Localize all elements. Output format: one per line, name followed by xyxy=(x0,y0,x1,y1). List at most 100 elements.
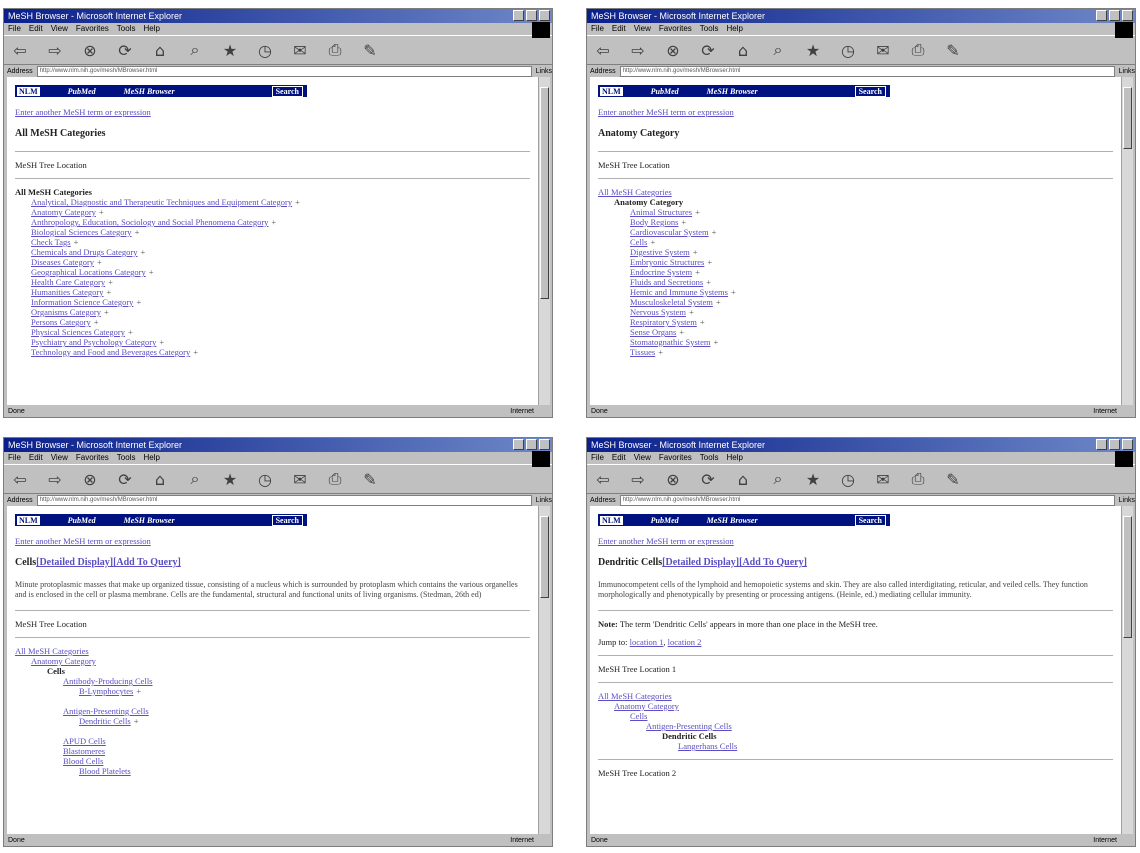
category-link[interactable]: Tissues xyxy=(630,347,655,357)
favorites-icon[interactable]: ★ xyxy=(220,470,240,489)
close-button[interactable] xyxy=(539,10,550,21)
category-link[interactable]: Humanities Category xyxy=(31,287,103,297)
add-to-query-link[interactable]: [Add To Query] xyxy=(113,557,181,568)
menu-favorites[interactable]: Favorites xyxy=(659,452,692,464)
stop-icon[interactable]: ⊗ xyxy=(663,41,683,60)
forward-icon[interactable]: ⇨ xyxy=(628,470,648,489)
forward-icon[interactable]: ⇨ xyxy=(628,41,648,60)
category-link[interactable]: Technology and Food and Beverages Catego… xyxy=(31,347,190,357)
address-input[interactable]: http://www.nlm.nih.gov/mesh/MBrowser.htm… xyxy=(36,65,532,77)
close-button[interactable] xyxy=(1122,10,1133,21)
history-icon[interactable]: ◷ xyxy=(255,470,275,489)
category-link[interactable]: Anthropology, Education, Sociology and S… xyxy=(31,217,268,227)
category-link[interactable]: Cardiovascular System xyxy=(630,227,709,237)
home-icon[interactable]: ⌂ xyxy=(733,470,753,489)
pubmed-link[interactable]: PubMed xyxy=(651,516,679,525)
category-link[interactable]: Diseases Category xyxy=(31,257,94,267)
search-icon[interactable]: ⌕ xyxy=(185,40,205,60)
category-link[interactable]: Musculoskeletal System xyxy=(630,297,713,307)
category-link[interactable]: Biological Sciences Category xyxy=(31,227,132,237)
maximize-button[interactable] xyxy=(526,10,537,21)
category-link[interactable]: Health Care Category xyxy=(31,277,105,287)
favorites-icon[interactable]: ★ xyxy=(803,41,823,60)
tree-anatomy-link[interactable]: Anatomy Category xyxy=(598,701,1113,711)
nlm-logo[interactable]: NLM xyxy=(17,515,40,525)
menu-tools[interactable]: Tools xyxy=(117,23,136,35)
tree-root-link[interactable]: All MeSH Categories xyxy=(15,646,530,656)
history-icon[interactable]: ◷ xyxy=(838,41,858,60)
menu-favorites[interactable]: Favorites xyxy=(76,23,109,35)
apud-cells-link[interactable]: APUD Cells xyxy=(63,736,530,746)
enter-another-term-link[interactable]: Enter another MeSH term or expression xyxy=(598,107,1113,117)
menu-help[interactable]: Help xyxy=(143,452,159,464)
back-icon[interactable]: ⇦ xyxy=(10,41,30,60)
search-icon[interactable]: ⌕ xyxy=(768,469,788,489)
forward-icon[interactable]: ⇨ xyxy=(45,41,65,60)
blastomeres-link[interactable]: Blastomeres xyxy=(63,746,530,756)
blood-cells-link[interactable]: Blood Cells xyxy=(63,756,530,766)
maximize-button[interactable] xyxy=(1109,10,1120,21)
category-link[interactable]: Psychiatry and Psychology Category xyxy=(31,337,156,347)
favorites-icon[interactable]: ★ xyxy=(803,470,823,489)
blood-platelets-link[interactable]: Blood Platelets xyxy=(63,766,530,776)
langerhans-cells-link[interactable]: Langerhans Cells xyxy=(598,741,1113,751)
pubmed-link[interactable]: PubMed xyxy=(68,87,96,96)
menu-view[interactable]: View xyxy=(51,452,68,464)
scrollbar[interactable] xyxy=(538,77,550,405)
home-icon[interactable]: ⌂ xyxy=(150,41,170,60)
scrollbar-thumb[interactable] xyxy=(540,516,549,598)
menu-tools[interactable]: Tools xyxy=(700,23,719,35)
menu-view[interactable]: View xyxy=(51,23,68,35)
mail-icon[interactable]: ✉ xyxy=(290,470,310,489)
menu-file[interactable]: File xyxy=(8,23,21,35)
add-to-query-link[interactable]: [Add To Query] xyxy=(739,557,807,568)
category-link[interactable]: Animal Structures xyxy=(630,207,692,217)
menu-edit[interactable]: Edit xyxy=(612,452,626,464)
scrollbar[interactable] xyxy=(538,506,550,834)
category-link[interactable]: Persons Category xyxy=(31,317,91,327)
address-input[interactable]: http://www.nlm.nih.gov/mesh/MBrowser.htm… xyxy=(619,494,1115,506)
edit-icon[interactable]: ✎ xyxy=(943,41,963,60)
refresh-icon[interactable]: ⟳ xyxy=(698,470,718,489)
menu-edit[interactable]: Edit xyxy=(29,452,43,464)
category-link[interactable]: Embryonic Structures xyxy=(630,257,704,267)
category-link[interactable]: Information Science Category xyxy=(31,297,133,307)
category-link[interactable]: Chemicals and Drugs Category xyxy=(31,247,137,257)
search-nav-button[interactable]: Search xyxy=(271,514,303,526)
maximize-button[interactable] xyxy=(526,439,537,450)
close-button[interactable] xyxy=(1122,439,1133,450)
print-icon[interactable]: ⎙ xyxy=(908,469,928,489)
menu-tools[interactable]: Tools xyxy=(117,452,136,464)
print-icon[interactable]: ⎙ xyxy=(325,469,345,489)
menu-help[interactable]: Help xyxy=(726,23,742,35)
search-icon[interactable]: ⌕ xyxy=(768,40,788,60)
favorites-icon[interactable]: ★ xyxy=(220,41,240,60)
address-input[interactable]: http://www.nlm.nih.gov/mesh/MBrowser.htm… xyxy=(619,65,1115,77)
home-icon[interactable]: ⌂ xyxy=(150,470,170,489)
category-link[interactable]: Nervous System xyxy=(630,307,686,317)
antigen-presenting-cells-link[interactable]: Antigen-Presenting Cells xyxy=(63,706,530,716)
nlm-logo[interactable]: NLM xyxy=(600,86,623,96)
menu-help[interactable]: Help xyxy=(143,23,159,35)
menu-file[interactable]: File xyxy=(8,452,21,464)
menu-edit[interactable]: Edit xyxy=(29,23,43,35)
home-icon[interactable]: ⌂ xyxy=(733,41,753,60)
search-nav-button[interactable]: Search xyxy=(854,514,886,526)
detailed-display-link[interactable]: [Detailed Display] xyxy=(662,557,739,568)
category-link[interactable]: Fluids and Secretions xyxy=(630,277,703,287)
edit-icon[interactable]: ✎ xyxy=(360,41,380,60)
tree-antigen-presenting-link[interactable]: Antigen-Presenting Cells xyxy=(598,721,1113,731)
history-icon[interactable]: ◷ xyxy=(838,470,858,489)
print-icon[interactable]: ⎙ xyxy=(908,40,928,60)
refresh-icon[interactable]: ⟳ xyxy=(115,470,135,489)
tree-root-link[interactable]: All MeSH Categories xyxy=(598,691,1113,701)
menu-view[interactable]: View xyxy=(634,452,651,464)
address-input[interactable]: http://www.nlm.nih.gov/mesh/MBrowser.htm… xyxy=(36,494,532,506)
minimize-button[interactable] xyxy=(1096,10,1107,21)
forward-icon[interactable]: ⇨ xyxy=(45,470,65,489)
print-icon[interactable]: ⎙ xyxy=(325,40,345,60)
enter-another-term-link[interactable]: Enter another MeSH term or expression xyxy=(15,536,530,546)
nlm-logo[interactable]: NLM xyxy=(17,86,40,96)
search-nav-button[interactable]: Search xyxy=(854,85,886,97)
search-icon[interactable]: ⌕ xyxy=(185,469,205,489)
